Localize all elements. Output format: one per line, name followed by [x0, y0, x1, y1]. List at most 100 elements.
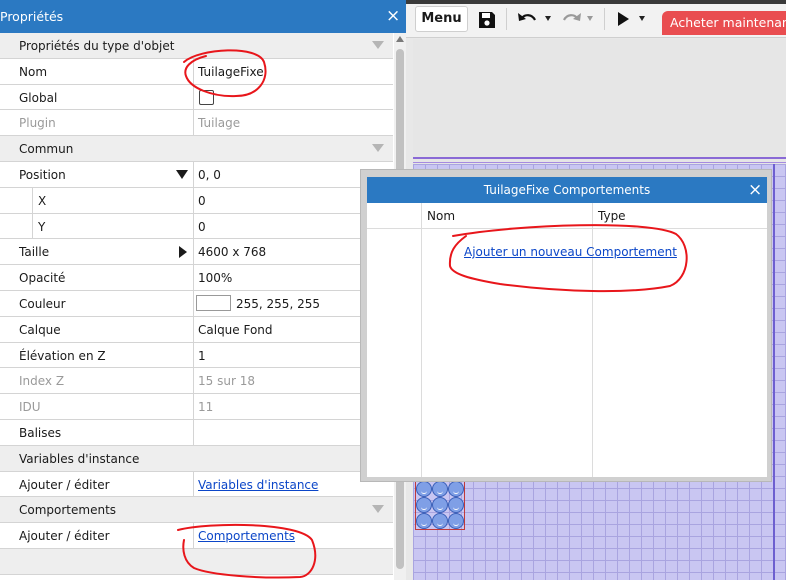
- sprite-tile[interactable]: [416, 481, 432, 497]
- behaviors-dialog: TuilageFixe Comportements × Nom Type Ajo…: [360, 169, 772, 482]
- collapse-icon[interactable]: [372, 505, 384, 514]
- undo-icon[interactable]: [516, 10, 538, 30]
- layout-border: [413, 157, 786, 159]
- property-label: Calque: [19, 322, 61, 337]
- property-row-size: Taille 4600 x 768: [0, 239, 393, 266]
- section-label: Variables d'instance: [19, 451, 140, 466]
- layout-border: [413, 162, 786, 163]
- properties-title: Propriétés: [0, 9, 64, 24]
- property-label: Opacité: [19, 271, 66, 286]
- property-label: Global: [19, 90, 58, 105]
- layer-field[interactable]: Calque Fond: [198, 323, 273, 337]
- buy-now-button[interactable]: Acheter maintenant: [662, 11, 786, 35]
- property-row-add-edit-vars: Ajouter / éditer Variables d'instance: [0, 471, 393, 498]
- collapse-icon[interactable]: [372, 144, 384, 153]
- chevron-down-icon[interactable]: [587, 16, 593, 21]
- property-row-y: Y 0: [0, 213, 393, 240]
- property-row-position: Position 0, 0: [0, 161, 393, 188]
- section-common[interactable]: Commun: [0, 136, 393, 162]
- chevron-down-icon[interactable]: [545, 16, 551, 21]
- close-icon[interactable]: ×: [386, 6, 400, 26]
- global-checkbox[interactable]: [199, 89, 214, 105]
- sprite-tile[interactable]: [448, 481, 464, 497]
- sprite-tile[interactable]: [448, 497, 464, 513]
- property-label: Ajouter / éditer: [19, 529, 110, 544]
- save-icon[interactable]: [477, 10, 497, 30]
- instance-variables-link[interactable]: Variables d'instance: [198, 478, 318, 492]
- column-header-type[interactable]: Type: [598, 209, 626, 223]
- section-behaviors[interactable]: Comportements: [0, 497, 393, 524]
- layout-edge: [773, 164, 775, 580]
- color-field[interactable]: 255, 255, 255: [236, 297, 320, 311]
- sprite-tile[interactable]: [416, 513, 432, 529]
- behaviors-link[interactable]: Comportements: [198, 529, 295, 543]
- z-index-value: 15 sur 18: [198, 374, 255, 389]
- sprite-tile[interactable]: [432, 513, 448, 529]
- y-field[interactable]: 0: [198, 220, 206, 234]
- property-row-name: Nom TuilageFixe: [0, 58, 393, 85]
- property-row-tags: Balises: [0, 419, 393, 446]
- x-field[interactable]: 0: [198, 194, 206, 208]
- property-label: Élévation en Z: [19, 348, 106, 363]
- property-row-add-edit-behaviors: Ajouter / éditer Comportements: [0, 523, 393, 549]
- property-label: Index Z: [19, 374, 65, 389]
- menu-button[interactable]: Menu: [415, 6, 468, 32]
- redo-icon[interactable]: [561, 10, 583, 30]
- property-row-x: X 0: [0, 187, 393, 214]
- add-behavior-link[interactable]: Ajouter un nouveau Comportement: [464, 245, 677, 259]
- property-label: Position: [19, 167, 66, 182]
- uid-value: 11: [198, 400, 214, 415]
- properties-panel: Propriétés × Propriétés du type d'objet …: [0, 0, 406, 580]
- property-row-uid: IDU 11: [0, 394, 393, 420]
- section-label: Comportements: [19, 503, 117, 518]
- property-row-z-index: Index Z 15 sur 18: [0, 368, 393, 395]
- property-grid: Propriétés du type d'objet Nom TuilageFi…: [0, 33, 393, 575]
- size-field[interactable]: 4600 x 768: [198, 245, 266, 259]
- property-row-layer: Calque Calque Fond: [0, 316, 393, 343]
- sprite-tile[interactable]: [448, 513, 464, 529]
- property-row-color: Couleur 255, 255, 255: [0, 290, 393, 317]
- section-label: Commun: [19, 142, 74, 157]
- dialog-title: TuilageFixe Comportements: [483, 183, 651, 197]
- property-label: IDU: [19, 400, 41, 415]
- sprite-tile[interactable]: [432, 481, 448, 497]
- position-field[interactable]: 0, 0: [198, 168, 221, 182]
- sprite-tile[interactable]: [432, 497, 448, 513]
- z-elevation-field[interactable]: 1: [198, 349, 206, 363]
- play-icon[interactable]: [618, 12, 629, 26]
- opacity-field[interactable]: 100%: [198, 271, 232, 285]
- toolbar-separator: [604, 8, 605, 30]
- behaviors-list: Nom Type Ajouter un nouveau Comportement: [367, 203, 767, 477]
- sprite-instances[interactable]: [415, 480, 465, 530]
- top-strip: [406, 0, 786, 4]
- section-object-type-properties[interactable]: Propriétés du type d'objet: [0, 33, 393, 59]
- property-label: Y: [38, 219, 46, 234]
- expand-right-icon[interactable]: [179, 246, 187, 259]
- section-instance-variables[interactable]: Variables d'instance: [0, 445, 393, 472]
- name-field[interactable]: TuilageFixe: [198, 65, 264, 79]
- property-label: Taille: [19, 245, 50, 260]
- chevron-down-icon[interactable]: [639, 16, 645, 21]
- expand-down-icon[interactable]: [176, 169, 188, 179]
- property-row-z-elevation: Élévation en Z 1: [0, 342, 393, 369]
- dialog-titlebar[interactable]: TuilageFixe Comportements ×: [367, 177, 767, 203]
- collapse-icon[interactable]: [372, 41, 384, 49]
- color-swatch[interactable]: [196, 294, 231, 311]
- property-label: Nom: [19, 64, 48, 79]
- section-next[interactable]: [0, 548, 393, 575]
- list-header: Nom Type: [367, 203, 767, 229]
- plugin-value: Tuilage: [198, 116, 241, 131]
- property-row-global: Global: [0, 84, 393, 111]
- scroll-up-icon[interactable]: [396, 36, 404, 42]
- property-label: Balises: [19, 425, 62, 440]
- property-label: Plugin: [19, 116, 56, 131]
- sprite-tile[interactable]: [416, 497, 432, 513]
- column-divider: [421, 203, 422, 477]
- close-icon[interactable]: ×: [748, 180, 762, 200]
- properties-titlebar: Propriétés ×: [0, 0, 406, 33]
- property-label: Couleur: [19, 296, 66, 311]
- column-header-name[interactable]: Nom: [427, 209, 455, 223]
- property-row-plugin: Plugin Tuilage: [0, 110, 393, 137]
- property-label: Ajouter / éditer: [19, 477, 110, 492]
- property-label: X: [38, 193, 47, 208]
